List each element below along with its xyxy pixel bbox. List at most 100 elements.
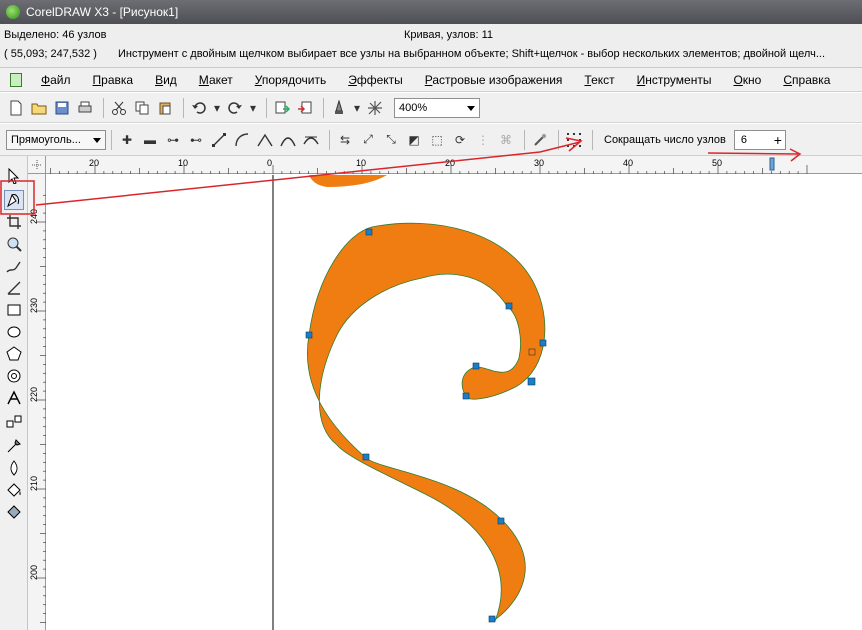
basic-shapes-tool-icon[interactable] xyxy=(4,366,24,386)
application-launcher-icon[interactable] xyxy=(329,98,349,118)
crop-tool-icon[interactable] xyxy=(4,212,24,232)
symmetric-node-icon[interactable] xyxy=(301,130,321,150)
elastic-mode-icon[interactable]: ⌘ xyxy=(496,130,516,150)
to-line-icon[interactable] xyxy=(209,130,229,150)
freehand-tool-icon[interactable] xyxy=(4,256,24,276)
node[interactable] xyxy=(539,339,547,347)
node[interactable] xyxy=(305,331,313,339)
fill-tool-icon[interactable] xyxy=(4,480,24,500)
extend-curve-icon[interactable]: ⤢ xyxy=(358,130,378,150)
node[interactable] xyxy=(472,362,480,370)
pick-tool-icon[interactable] xyxy=(4,166,24,186)
separator xyxy=(558,129,559,150)
menu-bitmaps[interactable]: Растровые изображения xyxy=(414,69,574,91)
vertical-ruler[interactable]: 240 230 220 210 200 xyxy=(28,174,46,630)
stretch-nodes-icon[interactable]: ⬚ xyxy=(427,130,447,150)
standard-toolbar: ▾ ▾ ▾ 400% xyxy=(0,93,862,123)
align-nodes-icon[interactable]: ⋮ xyxy=(473,130,493,150)
ruler-origin[interactable] xyxy=(28,156,46,174)
vertical-ruler-scale: 240 230 220 210 200 xyxy=(29,194,46,623)
menu-window[interactable]: Окно xyxy=(722,69,772,91)
smooth-node-icon[interactable] xyxy=(278,130,298,150)
menu-view[interactable]: Вид xyxy=(144,69,188,91)
rectangle-tool-icon[interactable] xyxy=(4,300,24,320)
node[interactable] xyxy=(488,615,496,623)
menu-tools[interactable]: Инструменты xyxy=(626,69,723,91)
add-node-icon[interactable]: ✚ xyxy=(117,130,137,150)
reverse-direction-icon[interactable]: ⇆ xyxy=(335,130,355,150)
outline-tool-icon[interactable] xyxy=(4,458,24,478)
shape-tool-icon[interactable] xyxy=(4,190,24,210)
menu-arrange[interactable]: Упорядочить xyxy=(244,69,337,91)
node[interactable] xyxy=(527,377,536,386)
ruler-label: 0 xyxy=(267,158,272,168)
drawing-canvas[interactable] xyxy=(47,175,862,630)
menu-help[interactable]: Справка xyxy=(772,69,841,91)
menu-effects[interactable]: Эффекты xyxy=(337,69,414,91)
reduce-nodes-label: Сокращать число узлов xyxy=(604,133,726,146)
node[interactable] xyxy=(362,453,370,461)
ruler-label: 30 xyxy=(534,158,544,168)
to-curve-icon[interactable] xyxy=(232,130,252,150)
node[interactable] xyxy=(365,228,373,236)
redo-dropdown-icon[interactable]: ▾ xyxy=(248,98,258,118)
smart-fill-tool-icon[interactable] xyxy=(4,278,24,298)
eyedropper-tool-icon[interactable] xyxy=(4,436,24,456)
launcher-dropdown-icon[interactable]: ▾ xyxy=(352,98,362,118)
curve-smoothness-input[interactable]: 6 + xyxy=(733,129,786,150)
open-icon[interactable] xyxy=(29,98,49,118)
node[interactable] xyxy=(505,302,513,310)
horizontal-ruler[interactable]: 20 10 0 10 20 30 40 50 xyxy=(28,156,862,174)
copy-icon[interactable] xyxy=(132,98,152,118)
document-icon[interactable] xyxy=(10,72,22,87)
print-icon[interactable] xyxy=(75,98,95,118)
clipped-orange-object[interactable] xyxy=(309,175,387,187)
auto-close-icon[interactable]: ◩ xyxy=(404,130,424,150)
ruler-label: 210 xyxy=(29,476,39,491)
ruler-label: 10 xyxy=(356,158,366,168)
polygon-tool-icon[interactable] xyxy=(4,344,24,364)
join-nodes-icon[interactable]: ⊶ xyxy=(163,130,183,150)
reflect-nodes-icon[interactable] xyxy=(530,130,550,150)
cusp-node-icon[interactable] xyxy=(255,130,275,150)
redo-icon[interactable] xyxy=(225,98,245,118)
import-icon[interactable] xyxy=(272,98,292,118)
tool-hint: Инструмент с двойным щелчком выбирает вс… xyxy=(118,48,826,60)
orange-spiral-curve[interactable] xyxy=(306,222,546,622)
ruler-label: 40 xyxy=(623,158,633,168)
new-document-icon[interactable] xyxy=(6,98,26,118)
interactive-blend-tool-icon[interactable] xyxy=(4,412,24,432)
undo-dropdown-icon[interactable]: ▾ xyxy=(212,98,222,118)
break-curve-icon[interactable]: ⊷ xyxy=(186,130,206,150)
export-icon[interactable] xyxy=(295,98,315,118)
slider-plus-icon[interactable]: + xyxy=(774,132,782,148)
save-icon[interactable] xyxy=(52,98,72,118)
menu-text[interactable]: Текст xyxy=(573,69,625,91)
menu-file[interactable]: Файл xyxy=(30,69,82,91)
node[interactable] xyxy=(462,392,470,400)
selection-mode-select[interactable]: Прямоуголь... xyxy=(6,129,106,150)
separator xyxy=(183,97,184,118)
separator xyxy=(323,97,324,118)
cut-icon[interactable] xyxy=(109,98,129,118)
select-all-nodes-icon[interactable] xyxy=(564,130,584,150)
paste-icon[interactable] xyxy=(155,98,175,118)
text-tool-icon[interactable] xyxy=(4,388,24,408)
extract-subpath-icon[interactable]: ⤡ xyxy=(381,130,401,150)
corel-online-icon[interactable] xyxy=(365,98,385,118)
menu-layout[interactable]: Макет xyxy=(188,69,244,91)
delete-node-icon[interactable]: ▬ xyxy=(140,130,160,150)
zoom-level-select[interactable]: 400% xyxy=(394,97,480,118)
ruler-label: 10 xyxy=(178,158,188,168)
separator xyxy=(111,129,112,150)
undo-icon[interactable] xyxy=(189,98,209,118)
node[interactable] xyxy=(497,517,505,525)
ruler-label: 230 xyxy=(29,298,39,313)
drawing-area xyxy=(272,175,547,630)
rotate-nodes-icon[interactable]: ⟳ xyxy=(450,130,470,150)
ruler-label: 20 xyxy=(445,158,455,168)
zoom-tool-icon[interactable] xyxy=(4,234,24,254)
interactive-fill-tool-icon[interactable] xyxy=(4,502,24,522)
ellipse-tool-icon[interactable] xyxy=(4,322,24,342)
menu-edit[interactable]: Правка xyxy=(82,69,145,91)
